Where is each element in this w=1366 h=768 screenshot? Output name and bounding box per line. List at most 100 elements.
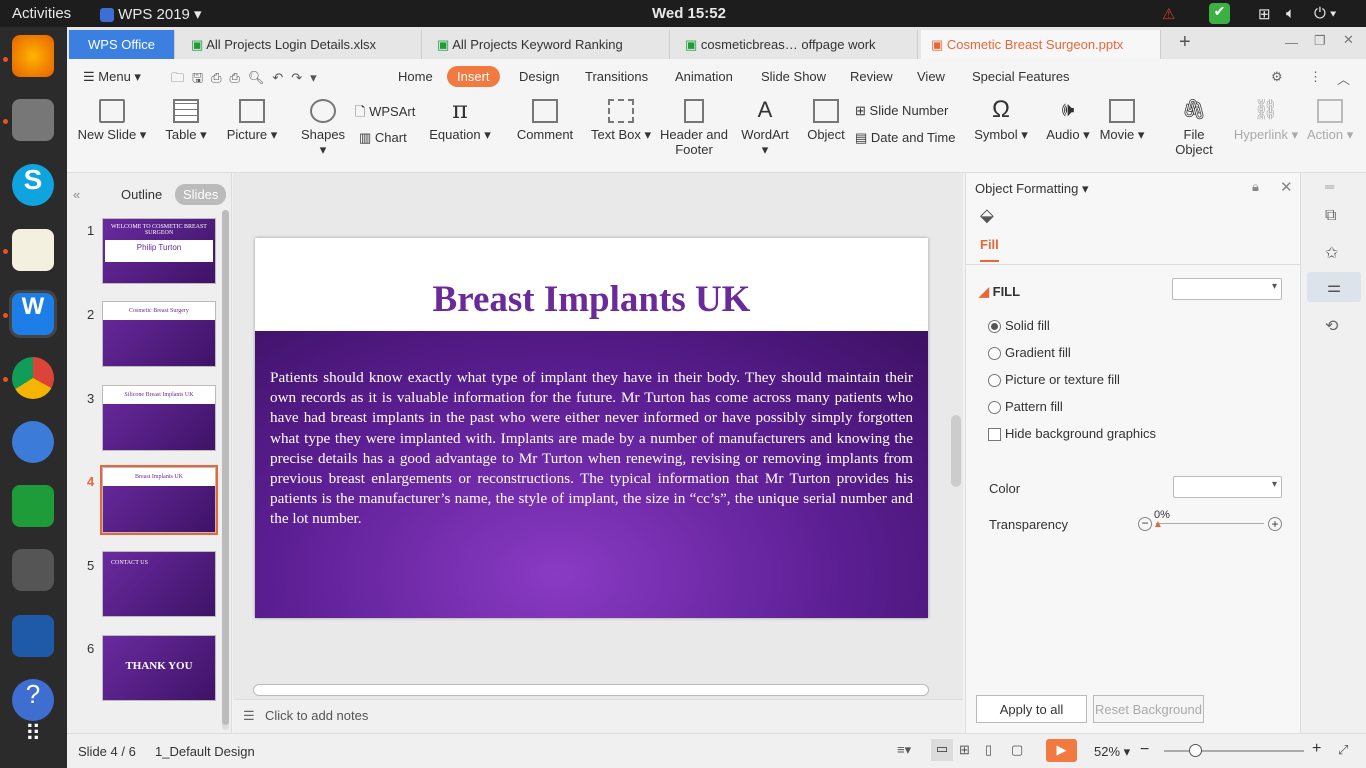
close-icon[interactable]: ✕ — [1343, 32, 1354, 48]
tab-keyword-ranking[interactable]: ▣ All Projects Keyword Ranking — [425, 30, 670, 59]
shapes-button[interactable]: Shapes ▾ — [297, 93, 349, 158]
solid-fill-radio[interactable]: Solid fill — [988, 318, 1050, 334]
files-icon[interactable] — [12, 99, 54, 141]
wpsart-button[interactable]: 🗋 WPSArt — [355, 103, 415, 125]
tab-transitions[interactable]: Transitions — [585, 69, 648, 84]
action-button[interactable]: Action ▾ — [1307, 93, 1353, 143]
tab-cosmetic-pptx[interactable]: ▣ Cosmetic Breast Surgeon.pptx — [921, 30, 1161, 59]
speaker-app-icon[interactable] — [12, 549, 54, 591]
hide-background-checkbox[interactable]: Hide background graphics — [988, 426, 1156, 442]
hyperlink-button[interactable]: ⛓︎ Hyperlink ▾ — [1233, 93, 1299, 143]
slide-thumbnail-3[interactable]: Silicone Breast Implants UK — [102, 385, 216, 451]
movie-button[interactable]: Movie ▾ — [1099, 93, 1145, 143]
warning-icon[interactable]: ⚠ — [1162, 5, 1175, 23]
tab-design[interactable]: Design — [519, 69, 559, 84]
collapse-panel-icon[interactable]: « — [73, 187, 80, 202]
increase-transparency-button[interactable]: + — [1268, 517, 1282, 531]
tab-view[interactable]: View — [917, 69, 945, 84]
object-button[interactable]: Object — [801, 93, 851, 142]
text-box-button[interactable]: Text Box ▾ — [591, 93, 651, 143]
close-panel-icon[interactable]: ✕ — [1280, 178, 1293, 196]
tab-slide-show[interactable]: Slide Show — [761, 69, 826, 84]
tab-fill[interactable]: Fill — [980, 237, 999, 262]
vertical-scrollbar[interactable] — [951, 179, 961, 679]
tab-animation[interactable]: Animation — [675, 69, 733, 84]
fill-section-header[interactable]: ◢ FILL — [979, 284, 1020, 300]
slide-thumbnail-2[interactable]: Cosmetic Breast Surgery — [102, 301, 216, 367]
panel-title[interactable]: Object Formatting ▾ — [975, 181, 1088, 197]
minimize-icon[interactable]: — — [1285, 35, 1298, 50]
symbol-button[interactable]: Ω Symbol ▾ — [971, 93, 1031, 143]
header-footer-button[interactable]: Header and Footer — [659, 93, 729, 157]
zoom-level[interactable]: 52% ▾ — [1094, 744, 1130, 760]
slides-scrollbar[interactable] — [222, 210, 229, 730]
date-time-button[interactable]: ▤ Date and Time — [855, 130, 955, 146]
text-editor-icon[interactable] — [12, 229, 54, 271]
tab-outline[interactable]: Outline — [121, 187, 162, 202]
new-slide-button[interactable]: New Slide ▾ — [77, 93, 147, 143]
tab-special-features[interactable]: Special Features — [972, 69, 1070, 84]
picture-button[interactable]: Picture ▾ — [225, 93, 279, 143]
checkmark-icon[interactable]: ✔ — [1209, 3, 1230, 24]
chrome-icon[interactable] — [12, 357, 54, 399]
reading-view-icon[interactable]: ▯ — [985, 742, 992, 758]
picture-fill-radio[interactable]: Picture or texture fill — [988, 372, 1120, 388]
network-icon[interactable]: ⊞ — [1258, 5, 1271, 23]
slide-thumbnail-6[interactable]: THANK YOU — [102, 635, 216, 701]
comment-button[interactable]: Comment — [513, 93, 577, 142]
settings-icon[interactable]: ⚙ — [1271, 69, 1283, 85]
play-slideshow-icon[interactable]: ▶ — [1046, 739, 1077, 762]
firefox-icon[interactable] — [12, 35, 54, 77]
slide-thumbnail-5[interactable]: CONTACT US — [102, 551, 216, 617]
color-dropdown[interactable] — [1173, 476, 1282, 498]
chart-button[interactable]: ▥ Chart — [359, 130, 407, 146]
restore-icon[interactable]: ❐ — [1314, 33, 1326, 49]
fill-bucket-icon[interactable]: ⬙ — [980, 205, 994, 226]
power-icon[interactable]: ⏻ ▾ — [1314, 5, 1336, 22]
current-slide[interactable]: Breast Implants UK Patients should know … — [255, 238, 928, 618]
spreadsheet-icon[interactable] — [12, 485, 54, 527]
tab-wps-office[interactable]: WPS Office — [69, 30, 175, 59]
file-object-button[interactable]: 🖇︎ File Object — [1163, 93, 1225, 157]
new-tab-button[interactable]: + — [1179, 31, 1191, 54]
app-menu[interactable]: WPS 2019 ▾ — [100, 5, 202, 23]
show-apps-icon[interactable]: ⠿ — [12, 721, 54, 763]
tab-login-details[interactable]: ▣ All Projects Login Details.xlsx — [177, 30, 422, 59]
style-icon[interactable]: ✩ — [1325, 243, 1338, 263]
transparency-slider[interactable] — [1156, 523, 1264, 524]
reset-background-button[interactable]: Reset Background — [1093, 695, 1204, 723]
equation-button[interactable]: π Equation ▾ — [429, 93, 491, 143]
wps-writer-icon[interactable]: W — [9, 290, 57, 338]
wordart-button[interactable]: A WordArt ▾ — [737, 93, 793, 158]
tab-insert[interactable]: Insert — [447, 66, 500, 87]
tab-review[interactable]: Review — [850, 69, 893, 84]
slide-title[interactable]: Breast Implants UK — [255, 278, 928, 321]
object-formatting-toggle-icon[interactable]: ⚌ — [1307, 272, 1361, 302]
fit-window-icon[interactable]: ⤢ — [1338, 742, 1348, 758]
more-icon[interactable]: ⋮ — [1309, 69, 1322, 85]
slider-handle[interactable]: ▲ — [1153, 519, 1163, 530]
tab-home[interactable]: Home — [398, 69, 433, 84]
tab-slides[interactable]: Slides — [175, 184, 227, 205]
history-icon[interactable]: ⟲ — [1325, 316, 1338, 336]
slide-number-button[interactable]: ⊞ Slide Number — [855, 103, 948, 119]
clock[interactable]: Wed 15:52 — [652, 5, 726, 22]
quick-access-toolbar[interactable]: 🗀🖫⎙⎙🔍︎↶↷▾ — [171, 69, 325, 91]
apply-to-all-button[interactable]: Apply to all — [976, 695, 1087, 723]
normal-view-icon[interactable]: ▭ — [931, 739, 953, 761]
layers-icon[interactable]: ⧉ — [1325, 207, 1336, 225]
presenter-view-icon[interactable]: ▢ — [1011, 742, 1023, 758]
notes-toggle-icon[interactable]: ≡▾ — [897, 742, 911, 758]
document-viewer-icon[interactable] — [12, 615, 54, 657]
decrease-transparency-button[interactable]: − — [1138, 517, 1152, 531]
fill-dropdown[interactable] — [1172, 278, 1282, 300]
zoom-slider[interactable] — [1164, 750, 1304, 752]
table-button[interactable]: Table ▾ — [163, 93, 209, 143]
volume-icon[interactable]: 🔈︎ — [1286, 5, 1295, 22]
lock-icon[interactable]: 🔒︎ — [1252, 179, 1259, 195]
slide-thumbnail-1[interactable]: WELCOME TO COSMETIC BREAST SURGEON Phili… — [102, 218, 216, 284]
slide-sorter-icon[interactable]: ⊞ — [959, 742, 970, 758]
slide-body-text[interactable]: Patients should know exactly what type o… — [270, 368, 913, 530]
horizontal-scrollbar[interactable] — [253, 684, 929, 696]
audio-button[interactable]: 🕪 Audio ▾ — [1045, 93, 1091, 143]
